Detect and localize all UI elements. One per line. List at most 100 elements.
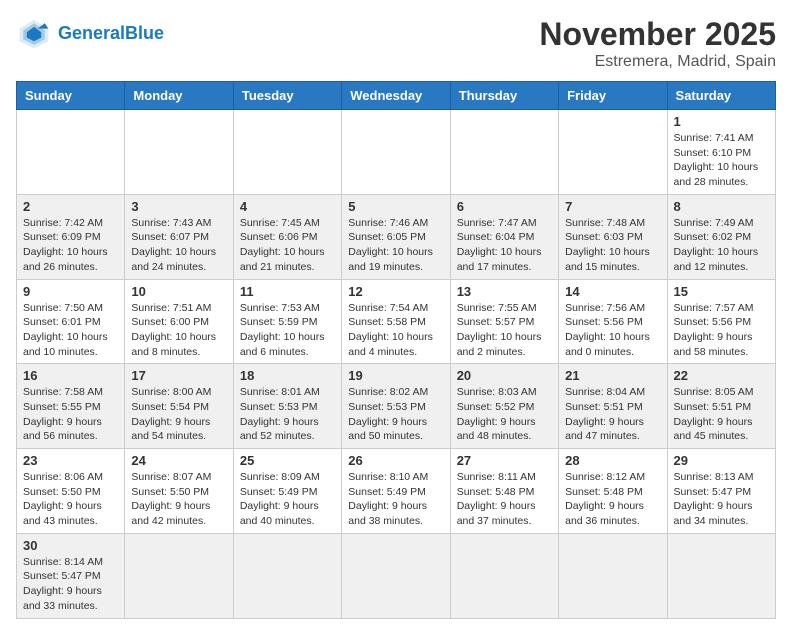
calendar-cell: 3 Sunrise: 7:43 AM Sunset: 6:07 PM Daylig…: [125, 194, 233, 279]
calendar-cell: 19Sunrise: 8:02 AM Sunset: 5:53 PM Dayli…: [342, 364, 450, 449]
day-number: 22: [674, 368, 769, 383]
calendar-table: SundayMondayTuesdayWednesdayThursdayFrid…: [16, 81, 776, 619]
calendar-week-row: 9Sunrise: 7:50 AM Sunset: 6:01 PM Daylig…: [17, 279, 776, 364]
day-info: Sunrise: 8:11 AM Sunset: 5:48 PM Dayligh…: [457, 470, 552, 529]
logo-icon: [16, 16, 52, 52]
day-number: 27: [457, 453, 552, 468]
weekday-header-monday: Monday: [125, 82, 233, 110]
day-number: 10: [131, 284, 226, 299]
day-number: 15: [674, 284, 769, 299]
day-info: Sunrise: 8:04 AM Sunset: 5:51 PM Dayligh…: [565, 385, 660, 444]
day-number: 30: [23, 538, 118, 553]
calendar-cell: 10 Sunrise: 7:51 AM Sunset: 6:00 PM Dayli…: [125, 279, 233, 364]
day-number: 16: [23, 368, 118, 383]
calendar-cell: 24 Sunrise: 8:07 AM Sunset: 5:50 PM Dayli…: [125, 449, 233, 534]
calendar-cell: 23 Sunrise: 8:06 AM Sunset: 5:50 PM Dayli…: [17, 449, 125, 534]
calendar-cell: [342, 110, 450, 195]
logo: GeneralBlue: [16, 16, 164, 52]
weekday-header-thursday: Thursday: [450, 82, 558, 110]
calendar-cell: [125, 110, 233, 195]
day-info: Sunrise: 7:47 AM Sunset: 6:04 PM Dayligh…: [457, 216, 552, 275]
day-info: Sunrise: 7:54 AM Sunset: 5:58 PM Dayligh…: [348, 301, 443, 360]
day-info: Sunrise: 7:56 AM Sunset: 5:56 PM Dayligh…: [565, 301, 660, 360]
day-info: Sunrise: 7:41 AM Sunset: 6:10 PM Dayligh…: [674, 131, 769, 190]
page-header: GeneralBlue November 2025 Estremera, Mad…: [16, 16, 776, 71]
day-number: 20: [457, 368, 552, 383]
day-number: 14: [565, 284, 660, 299]
day-number: 25: [240, 453, 335, 468]
day-info: Sunrise: 8:06 AM Sunset: 5:50 PM Dayligh…: [23, 470, 118, 529]
day-number: 17: [131, 368, 226, 383]
calendar-cell: [125, 533, 233, 618]
day-info: Sunrise: 7:48 AM Sunset: 6:03 PM Dayligh…: [565, 216, 660, 275]
day-info: Sunrise: 7:42 AM Sunset: 6:09 PM Dayligh…: [23, 216, 118, 275]
day-info: Sunrise: 7:53 AM Sunset: 5:59 PM Dayligh…: [240, 301, 335, 360]
calendar-cell: 15 Sunrise: 7:57 AM Sunset: 5:56 PM Dayli…: [667, 279, 775, 364]
day-info: Sunrise: 8:09 AM Sunset: 5:49 PM Dayligh…: [240, 470, 335, 529]
day-number: 28: [565, 453, 660, 468]
calendar-cell: 2Sunrise: 7:42 AM Sunset: 6:09 PM Daylig…: [17, 194, 125, 279]
day-number: 12: [348, 284, 443, 299]
calendar-cell: 11 Sunrise: 7:53 AM Sunset: 5:59 PM Dayli…: [233, 279, 341, 364]
calendar-cell: [17, 110, 125, 195]
calendar-cell: 26 Sunrise: 8:10 AM Sunset: 5:49 PM Dayli…: [342, 449, 450, 534]
day-number: 11: [240, 284, 335, 299]
calendar-header-row: SundayMondayTuesdayWednesdayThursdayFrid…: [17, 82, 776, 110]
calendar-week-row: 1 Sunrise: 7:41 AM Sunset: 6:10 PM Daylig…: [17, 110, 776, 195]
day-number: 13: [457, 284, 552, 299]
day-number: 26: [348, 453, 443, 468]
day-info: Sunrise: 8:10 AM Sunset: 5:49 PM Dayligh…: [348, 470, 443, 529]
calendar-cell: [450, 110, 558, 195]
day-number: 18: [240, 368, 335, 383]
day-info: Sunrise: 7:58 AM Sunset: 5:55 PM Dayligh…: [23, 385, 118, 444]
calendar-cell: 12 Sunrise: 7:54 AM Sunset: 5:58 PM Dayli…: [342, 279, 450, 364]
day-info: Sunrise: 7:46 AM Sunset: 6:05 PM Dayligh…: [348, 216, 443, 275]
day-info: Sunrise: 8:13 AM Sunset: 5:47 PM Dayligh…: [674, 470, 769, 529]
calendar-cell: 5 Sunrise: 7:46 AM Sunset: 6:05 PM Daylig…: [342, 194, 450, 279]
day-number: 19: [348, 368, 443, 383]
day-info: Sunrise: 8:03 AM Sunset: 5:52 PM Dayligh…: [457, 385, 552, 444]
day-number: 5: [348, 199, 443, 214]
day-info: Sunrise: 7:43 AM Sunset: 6:07 PM Dayligh…: [131, 216, 226, 275]
day-info: Sunrise: 7:51 AM Sunset: 6:00 PM Dayligh…: [131, 301, 226, 360]
day-number: 3: [131, 199, 226, 214]
month-title: November 2025: [539, 16, 776, 53]
calendar-week-row: 16 Sunrise: 7:58 AM Sunset: 5:55 PM Dayli…: [17, 364, 776, 449]
calendar-cell: 13 Sunrise: 7:55 AM Sunset: 5:57 PM Dayli…: [450, 279, 558, 364]
day-number: 23: [23, 453, 118, 468]
weekday-header-friday: Friday: [559, 82, 667, 110]
calendar-cell: 16 Sunrise: 7:58 AM Sunset: 5:55 PM Dayli…: [17, 364, 125, 449]
calendar-cell: 9Sunrise: 7:50 AM Sunset: 6:01 PM Daylig…: [17, 279, 125, 364]
day-info: Sunrise: 7:55 AM Sunset: 5:57 PM Dayligh…: [457, 301, 552, 360]
day-number: 1: [674, 114, 769, 129]
day-info: Sunrise: 7:45 AM Sunset: 6:06 PM Dayligh…: [240, 216, 335, 275]
day-number: 4: [240, 199, 335, 214]
calendar-cell: 4 Sunrise: 7:45 AM Sunset: 6:06 PM Daylig…: [233, 194, 341, 279]
calendar-cell: [667, 533, 775, 618]
calendar-week-row: 30Sunrise: 8:14 AM Sunset: 5:47 PM Dayli…: [17, 533, 776, 618]
calendar-cell: 21Sunrise: 8:04 AM Sunset: 5:51 PM Dayli…: [559, 364, 667, 449]
calendar-cell: 30Sunrise: 8:14 AM Sunset: 5:47 PM Dayli…: [17, 533, 125, 618]
calendar-cell: 18 Sunrise: 8:01 AM Sunset: 5:53 PM Dayli…: [233, 364, 341, 449]
day-info: Sunrise: 8:12 AM Sunset: 5:48 PM Dayligh…: [565, 470, 660, 529]
day-info: Sunrise: 8:01 AM Sunset: 5:53 PM Dayligh…: [240, 385, 335, 444]
day-info: Sunrise: 7:57 AM Sunset: 5:56 PM Dayligh…: [674, 301, 769, 360]
calendar-cell: 17 Sunrise: 8:00 AM Sunset: 5:54 PM Dayli…: [125, 364, 233, 449]
weekday-header-wednesday: Wednesday: [342, 82, 450, 110]
day-number: 7: [565, 199, 660, 214]
calendar-cell: 20 Sunrise: 8:03 AM Sunset: 5:52 PM Dayli…: [450, 364, 558, 449]
calendar-cell: [342, 533, 450, 618]
weekday-header-saturday: Saturday: [667, 82, 775, 110]
calendar-cell: [233, 110, 341, 195]
day-info: Sunrise: 7:49 AM Sunset: 6:02 PM Dayligh…: [674, 216, 769, 275]
day-info: Sunrise: 7:50 AM Sunset: 6:01 PM Dayligh…: [23, 301, 118, 360]
weekday-header-tuesday: Tuesday: [233, 82, 341, 110]
calendar-week-row: 23 Sunrise: 8:06 AM Sunset: 5:50 PM Dayli…: [17, 449, 776, 534]
day-number: 29: [674, 453, 769, 468]
calendar-cell: 22Sunrise: 8:05 AM Sunset: 5:51 PM Dayli…: [667, 364, 775, 449]
day-info: Sunrise: 8:00 AM Sunset: 5:54 PM Dayligh…: [131, 385, 226, 444]
day-number: 24: [131, 453, 226, 468]
calendar-cell: [233, 533, 341, 618]
day-number: 6: [457, 199, 552, 214]
day-info: Sunrise: 8:07 AM Sunset: 5:50 PM Dayligh…: [131, 470, 226, 529]
